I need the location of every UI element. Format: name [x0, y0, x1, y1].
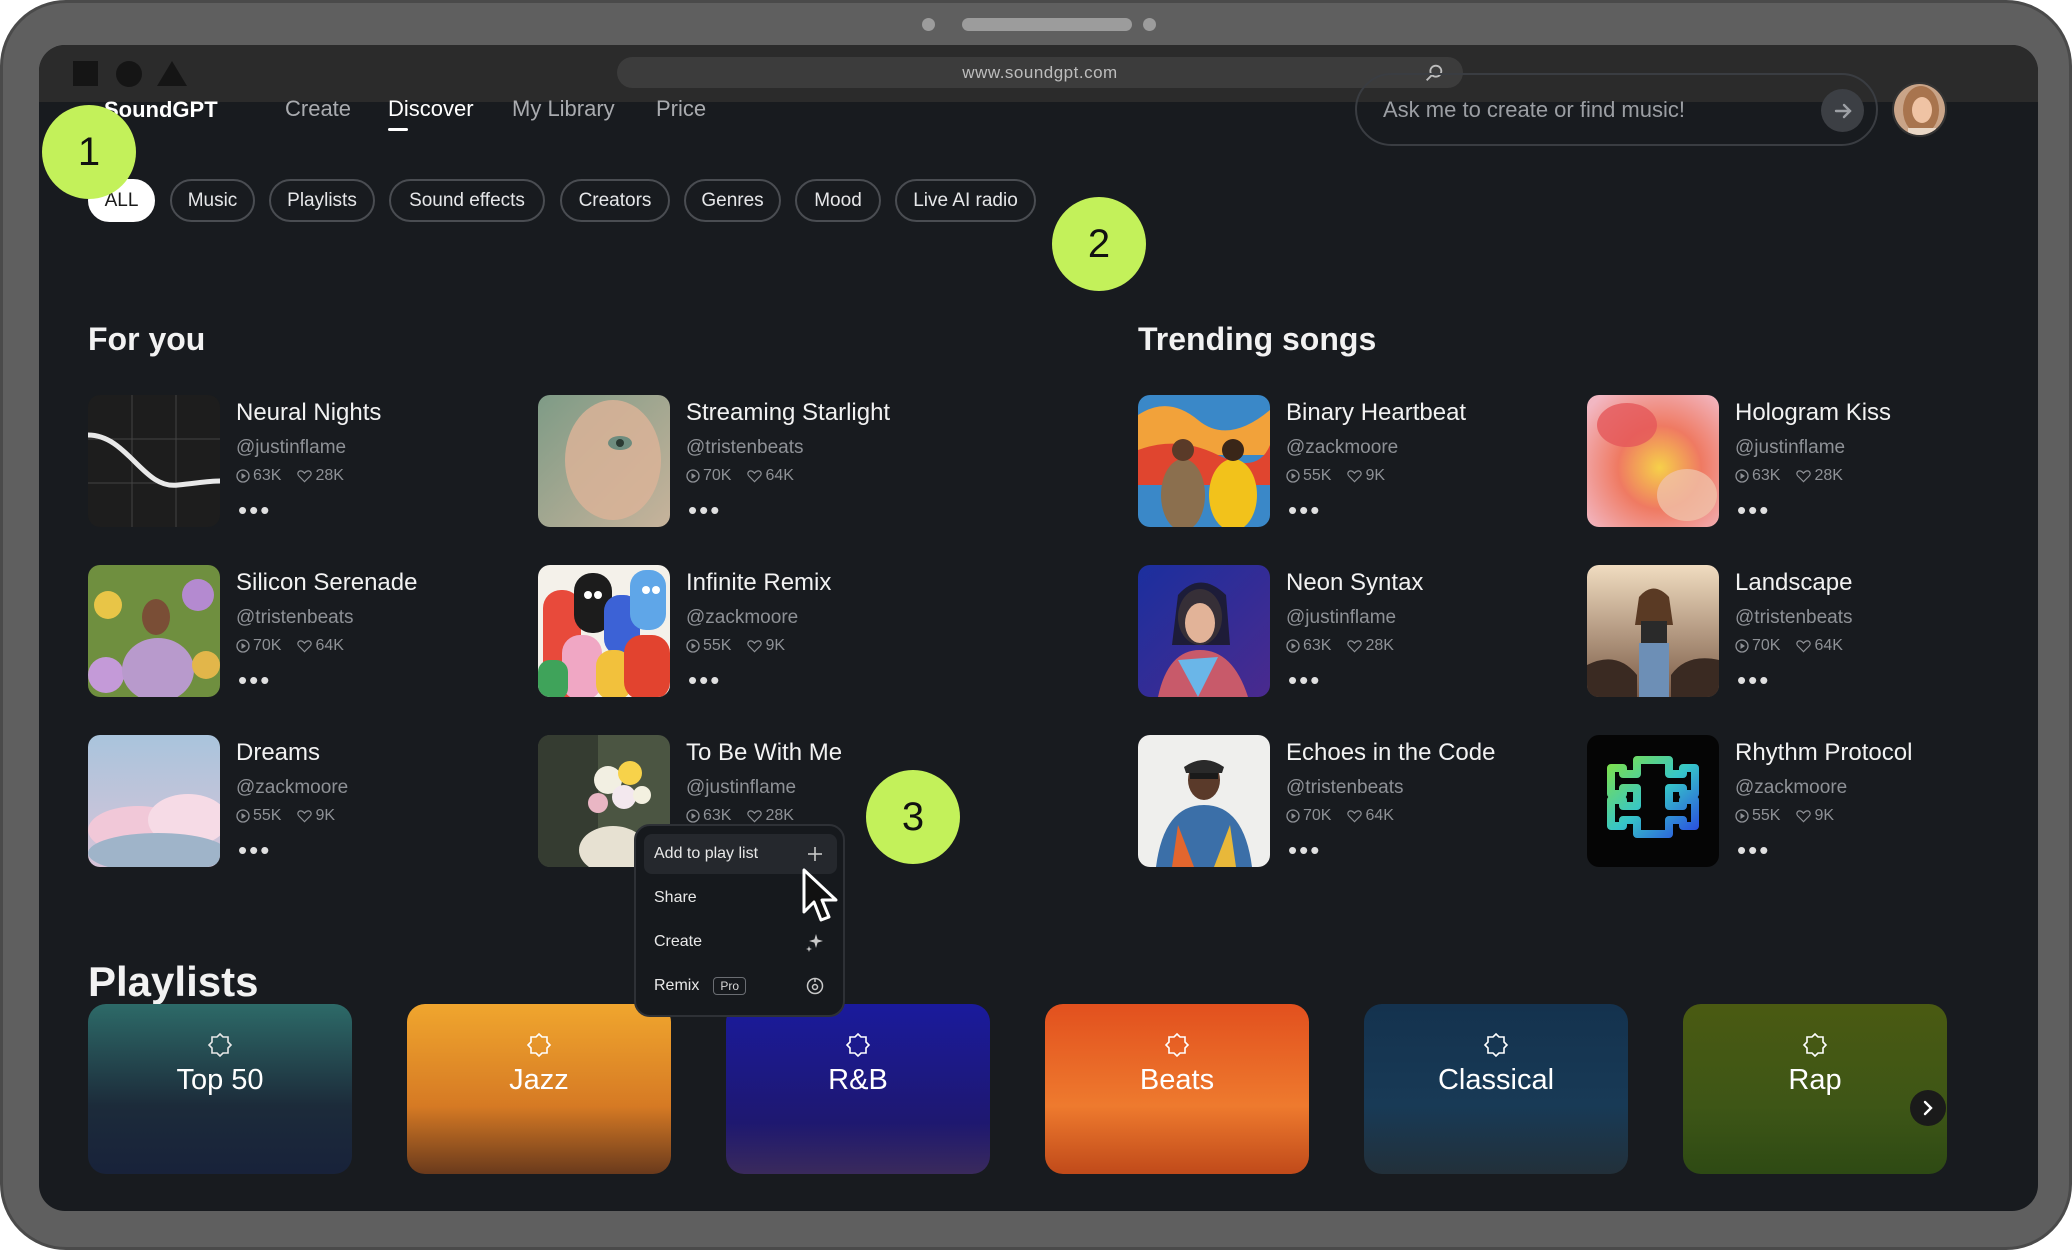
search-icon[interactable]: [1423, 62, 1445, 84]
device-frame: www.soundgpt.com: [0, 0, 2072, 1250]
window-triangle-icon[interactable]: [157, 61, 187, 86]
app-screen: www.soundgpt.com: [39, 45, 2038, 1211]
brand[interactable]: SoundGPT: [104, 97, 218, 123]
camera-dot: [922, 18, 935, 31]
camera-pill: [962, 18, 1132, 31]
url-bar[interactable]: www.soundgpt.com: [617, 57, 1463, 88]
camera-dot: [1143, 18, 1156, 31]
window-square-icon[interactable]: [73, 61, 98, 86]
url-text: www.soundgpt.com: [962, 63, 1118, 82]
window-circle-icon[interactable]: [116, 61, 142, 87]
browser-bar: www.soundgpt.com: [39, 45, 2038, 102]
